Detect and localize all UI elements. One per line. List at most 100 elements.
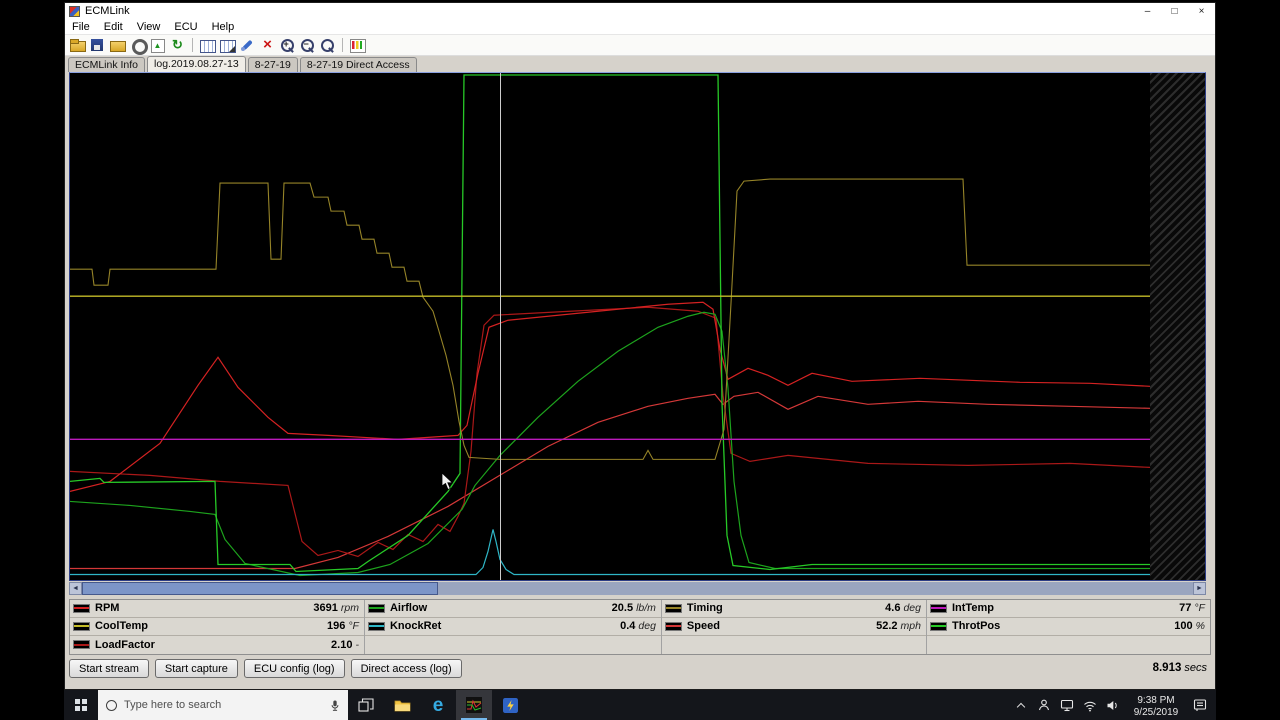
- menu-view[interactable]: View: [130, 21, 168, 33]
- action-center-icon[interactable]: [1188, 690, 1211, 720]
- param-value-number: 20.5: [611, 602, 634, 614]
- log-time-value: 8.913: [1152, 662, 1182, 675]
- log-time-unit: secs: [1184, 662, 1207, 675]
- menu-help[interactable]: Help: [205, 21, 242, 33]
- chart-display-button[interactable]: [349, 37, 366, 53]
- param-row-rpm[interactable]: RPM 3691 rpm: [70, 599, 364, 618]
- tab-8-27-19-direct-access[interactable]: 8-27-19 Direct Access: [299, 57, 417, 72]
- settings-button[interactable]: [129, 37, 148, 55]
- open-recent-button[interactable]: [109, 37, 126, 53]
- mouse-pointer: [441, 472, 454, 491]
- param-row-cooltemp[interactable]: CoolTemp 196 °F: [70, 617, 364, 636]
- tray-volume-icon[interactable]: [1101, 690, 1124, 720]
- zoom-out-button[interactable]: −: [299, 37, 316, 53]
- menu-edit[interactable]: Edit: [97, 21, 130, 33]
- legend-column: Airflow 20.5 lb/m KnockRet 0.4 deg: [364, 599, 662, 654]
- swatch-line: [368, 607, 384, 609]
- task-view-button[interactable]: [348, 690, 384, 720]
- param-row-knockret[interactable]: KnockRet 0.4 deg: [364, 617, 661, 636]
- legend-cell-empty: [926, 635, 1210, 654]
- tray-wifi-icon[interactable]: [1078, 690, 1101, 720]
- param-value-number: 77: [1179, 602, 1192, 614]
- param-name: IntTemp: [951, 602, 994, 614]
- graph-end-hatch: [1149, 73, 1205, 580]
- swatch-line: [74, 643, 89, 646]
- scrollbar-track[interactable]: [82, 581, 1193, 595]
- param-row-inttemp[interactable]: IntTemp 77 °F: [926, 599, 1210, 618]
- windows-logo-icon: [74, 698, 88, 712]
- zoom-out-glyph: −: [303, 38, 309, 49]
- param-value-number: 196: [326, 620, 346, 632]
- export-button[interactable]: ▲: [149, 37, 166, 53]
- taskbar-clock[interactable]: 9:38 PM 9/25/2019: [1124, 692, 1188, 719]
- delete-button[interactable]: ×: [259, 37, 276, 53]
- toolbar: ▲ ↻ × + −: [65, 35, 1215, 56]
- start-capture-button[interactable]: Start capture: [154, 659, 238, 678]
- swatch-line: [930, 607, 946, 609]
- zoom-in-button[interactable]: +: [279, 37, 296, 53]
- param-unit: rpm: [340, 602, 359, 614]
- open-log-button[interactable]: [69, 37, 86, 53]
- tab-ecmlink-info[interactable]: ECMLink Info: [68, 57, 146, 72]
- close-button[interactable]: ×: [1188, 3, 1215, 19]
- param-value: 20.5 lb/m: [612, 602, 656, 614]
- param-row-loadfactor[interactable]: LoadFactor 2.10-: [70, 635, 364, 654]
- menu-ecu[interactable]: ECU: [167, 21, 204, 33]
- graph-cursor-line: [500, 73, 501, 580]
- search-placeholder: Type here to search: [124, 699, 222, 711]
- edit-table-button[interactable]: [219, 37, 236, 53]
- zoom-fit-button[interactable]: [319, 37, 336, 53]
- param-row-timing[interactable]: Timing 4.6 deg: [661, 599, 926, 618]
- ecu-config-log-button[interactable]: ECU config (log): [243, 659, 345, 678]
- legend-column: RPM 3691 rpm CoolTemp 196 °F LoadFactor 2.10-: [70, 599, 365, 654]
- minimize-button[interactable]: –: [1134, 3, 1161, 19]
- taskbar-app-ecmlink[interactable]: [456, 690, 492, 720]
- horizontal-scrollbar[interactable]: ◄ ►: [69, 581, 1206, 595]
- tray-people-icon[interactable]: [1032, 690, 1055, 720]
- param-value-number: 52.2: [876, 620, 898, 632]
- color-swatch: [929, 603, 947, 613]
- taskbar-app-edge[interactable]: e: [420, 690, 456, 720]
- trace-timing: [70, 179, 1150, 459]
- color-swatch: [929, 621, 947, 631]
- param-value-number: 4.6: [885, 602, 901, 614]
- direct-access-log-button[interactable]: Direct access (log): [350, 659, 462, 678]
- param-value-number: 0.4: [620, 620, 636, 632]
- param-unit: mph: [900, 620, 921, 632]
- param-unit: -: [355, 638, 359, 651]
- taskbar-app-5[interactable]: [492, 690, 528, 720]
- color-swatch: [367, 603, 385, 613]
- param-row-speed[interactable]: Speed 52.2 mph: [661, 617, 926, 636]
- ecmlink-window: ECMLink – □ × File Edit View ECU Help ▲ ↻ × + − …: [64, 2, 1216, 690]
- tab-log-2019-08-27-13[interactable]: log.2019.08.27-13: [147, 56, 246, 72]
- refresh-button[interactable]: ↻: [169, 37, 186, 53]
- titlebar: ECMLink – □ ×: [65, 3, 1215, 19]
- log-graph-panel[interactable]: [69, 72, 1206, 581]
- param-row-airflow[interactable]: Airflow 20.5 lb/m: [364, 599, 661, 618]
- export-glyph: ▲: [153, 40, 162, 50]
- delete-glyph: ×: [263, 36, 272, 53]
- save-log-button[interactable]: [89, 37, 106, 53]
- tray-chevron-icon[interactable]: [1009, 690, 1032, 720]
- table-view-button[interactable]: [199, 37, 216, 53]
- scroll-left-arrow[interactable]: ◄: [69, 581, 82, 595]
- param-name: Timing: [686, 602, 723, 614]
- tray-display-icon[interactable]: [1055, 690, 1078, 720]
- menu-file[interactable]: File: [65, 21, 97, 33]
- tools-button[interactable]: [239, 37, 256, 53]
- scroll-right-arrow[interactable]: ►: [1193, 581, 1206, 595]
- taskbar-app-file-explorer[interactable]: [384, 690, 420, 720]
- scrollbar-thumb[interactable]: [82, 581, 438, 595]
- start-stream-button[interactable]: Start stream: [69, 659, 149, 678]
- ecmlink-icon: [466, 697, 482, 713]
- maximize-button[interactable]: □: [1161, 3, 1188, 19]
- param-name: LoadFactor: [95, 638, 155, 651]
- start-button[interactable]: [64, 690, 98, 720]
- tab-8-27-19[interactable]: 8-27-19: [247, 57, 298, 72]
- param-row-throtpos[interactable]: ThrotPos 100%: [926, 617, 1210, 636]
- taskbar-search[interactable]: Type here to search: [98, 690, 348, 720]
- param-value: 4.6 deg: [885, 602, 921, 614]
- trace-knockret: [70, 529, 1150, 574]
- log-graph: [70, 73, 1205, 580]
- microphone-icon[interactable]: [330, 699, 340, 712]
